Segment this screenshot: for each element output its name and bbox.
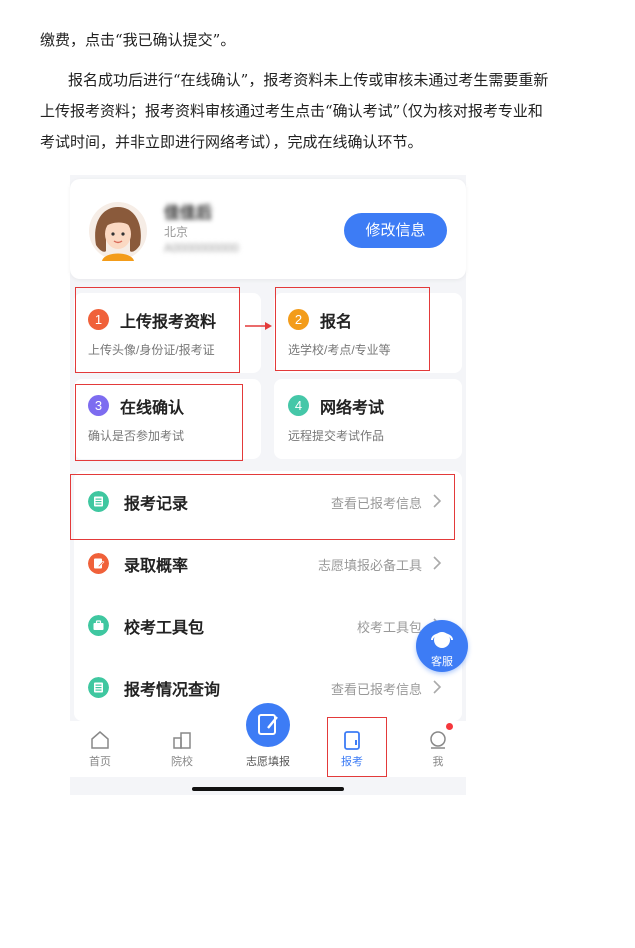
annotation-box-confirm (75, 384, 243, 461)
step-number-badge: 4 (288, 395, 309, 416)
step-title: 网络考试 (320, 400, 385, 417)
menu-item-admission-probability[interactable]: 录取概率 志愿填报必备工具 (74, 533, 462, 595)
menu-item-label: 录取概率 (124, 558, 189, 575)
menu-item-hint: 查看已报考信息 (330, 682, 422, 697)
tab-label: 首页 (89, 756, 111, 768)
annotation-box-exam-tab (327, 717, 387, 777)
doc-paragraph-line: 报名成功后进行“在线确认”，报考资料未上传或审核未通过考生需要重新 (68, 71, 549, 89)
customer-service-button[interactable]: 客服 (416, 620, 468, 672)
annotation-arrow-icon (245, 322, 272, 330)
annotation-box-records (70, 474, 455, 540)
user-icon (430, 731, 446, 749)
bottom-tab-bar: 首页 院校 志愿填报 报考 我 (70, 703, 468, 777)
doc-paragraph-line: 缴费，点击“我已确认提交”。 (40, 31, 236, 49)
school-icon (173, 732, 191, 749)
doc-paragraph-line: 上传报考资料；报考资料审核通过考生点击“确认考试”（仅为核对报考专业和 (40, 102, 543, 120)
profile-card: 佳佳后 北京 A0000000000 修改信息 (70, 179, 466, 279)
notification-dot (446, 723, 453, 730)
menu-item-toolkit[interactable]: 校考工具包 校考工具包 (74, 595, 462, 657)
home-icon (91, 731, 109, 749)
menu-item-hint: 志愿填报必备工具 (317, 558, 422, 573)
menu-item-label: 校考工具包 (124, 620, 205, 637)
customer-service-label: 客服 (431, 656, 453, 668)
user-account: A0000000000 (164, 241, 239, 255)
briefcase-icon (88, 615, 109, 636)
annotation-box-upload (75, 287, 240, 373)
tab-label: 我 (432, 756, 444, 768)
list-icon (88, 677, 109, 698)
edit-doc-icon (88, 553, 109, 574)
menu-item-label: 报考情况查询 (124, 682, 221, 699)
tab-schools[interactable]: 院校 (152, 721, 212, 777)
edit-info-button[interactable]: 修改信息 (344, 213, 447, 248)
tab-volunteer[interactable]: 志愿填报 (238, 703, 298, 777)
doc-paragraph-line: 考试时间，并非立即进行网络考试），完成在线确认环节。 (40, 133, 423, 151)
step-card-online-exam[interactable]: 4 网络考试 远程提交考试作品 (274, 379, 462, 459)
avatar (89, 202, 147, 261)
home-indicator (192, 787, 344, 791)
user-name: 佳佳后 (164, 205, 213, 222)
chevron-right-icon (433, 680, 442, 694)
tab-home[interactable]: 首页 (70, 721, 130, 777)
step-desc: 远程提交考试作品 (288, 429, 385, 443)
menu-item-hint: 校考工具包 (356, 620, 422, 635)
tab-me[interactable]: 我 (408, 721, 468, 777)
tab-label: 志愿填报 (246, 756, 290, 768)
annotation-box-register (275, 287, 430, 371)
chevron-right-icon (433, 556, 442, 570)
pen-icon (246, 703, 290, 747)
tab-label: 院校 (171, 756, 193, 768)
user-region: 北京 (164, 225, 189, 239)
